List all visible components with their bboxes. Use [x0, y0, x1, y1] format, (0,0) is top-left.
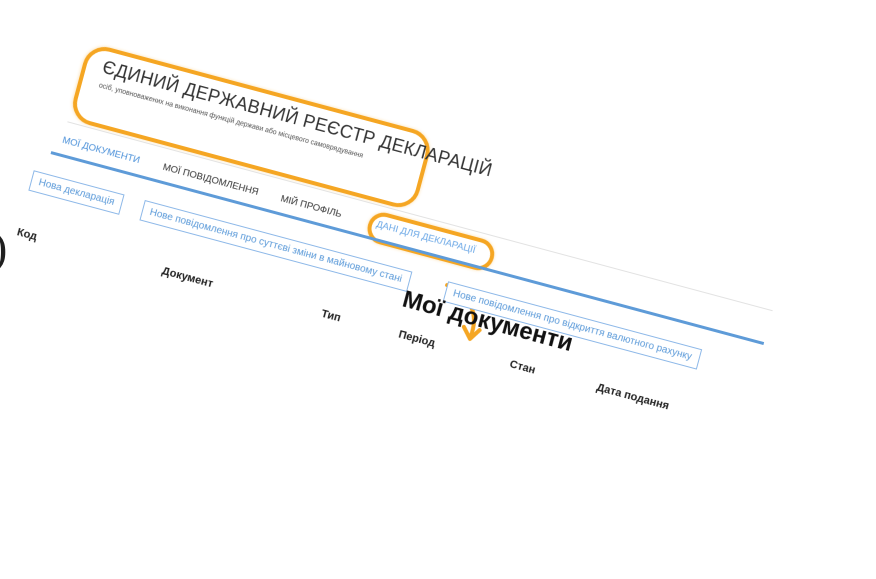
- tab-my-notifications[interactable]: МОЇ ПОВІДОМЛЕННЯ: [162, 162, 260, 198]
- column-header-type: Тип: [319, 307, 343, 325]
- declaration-registry-screenshot: ЄДИНИЙ ДЕРЖАВНИЙ РЕЄСТР ДЕКЛАРАЦІЙ осіб,…: [0, 35, 805, 579]
- new-declaration-button[interactable]: Нова декларація: [28, 170, 125, 215]
- column-header-code: Код: [15, 226, 39, 244]
- column-header-document: Документ: [160, 265, 215, 291]
- column-header-status: Стан: [508, 358, 537, 377]
- column-header-submission-date: Дата подання: [595, 381, 671, 413]
- tab-my-documents[interactable]: МОЇ ДОКУМЕНТИ: [61, 135, 141, 166]
